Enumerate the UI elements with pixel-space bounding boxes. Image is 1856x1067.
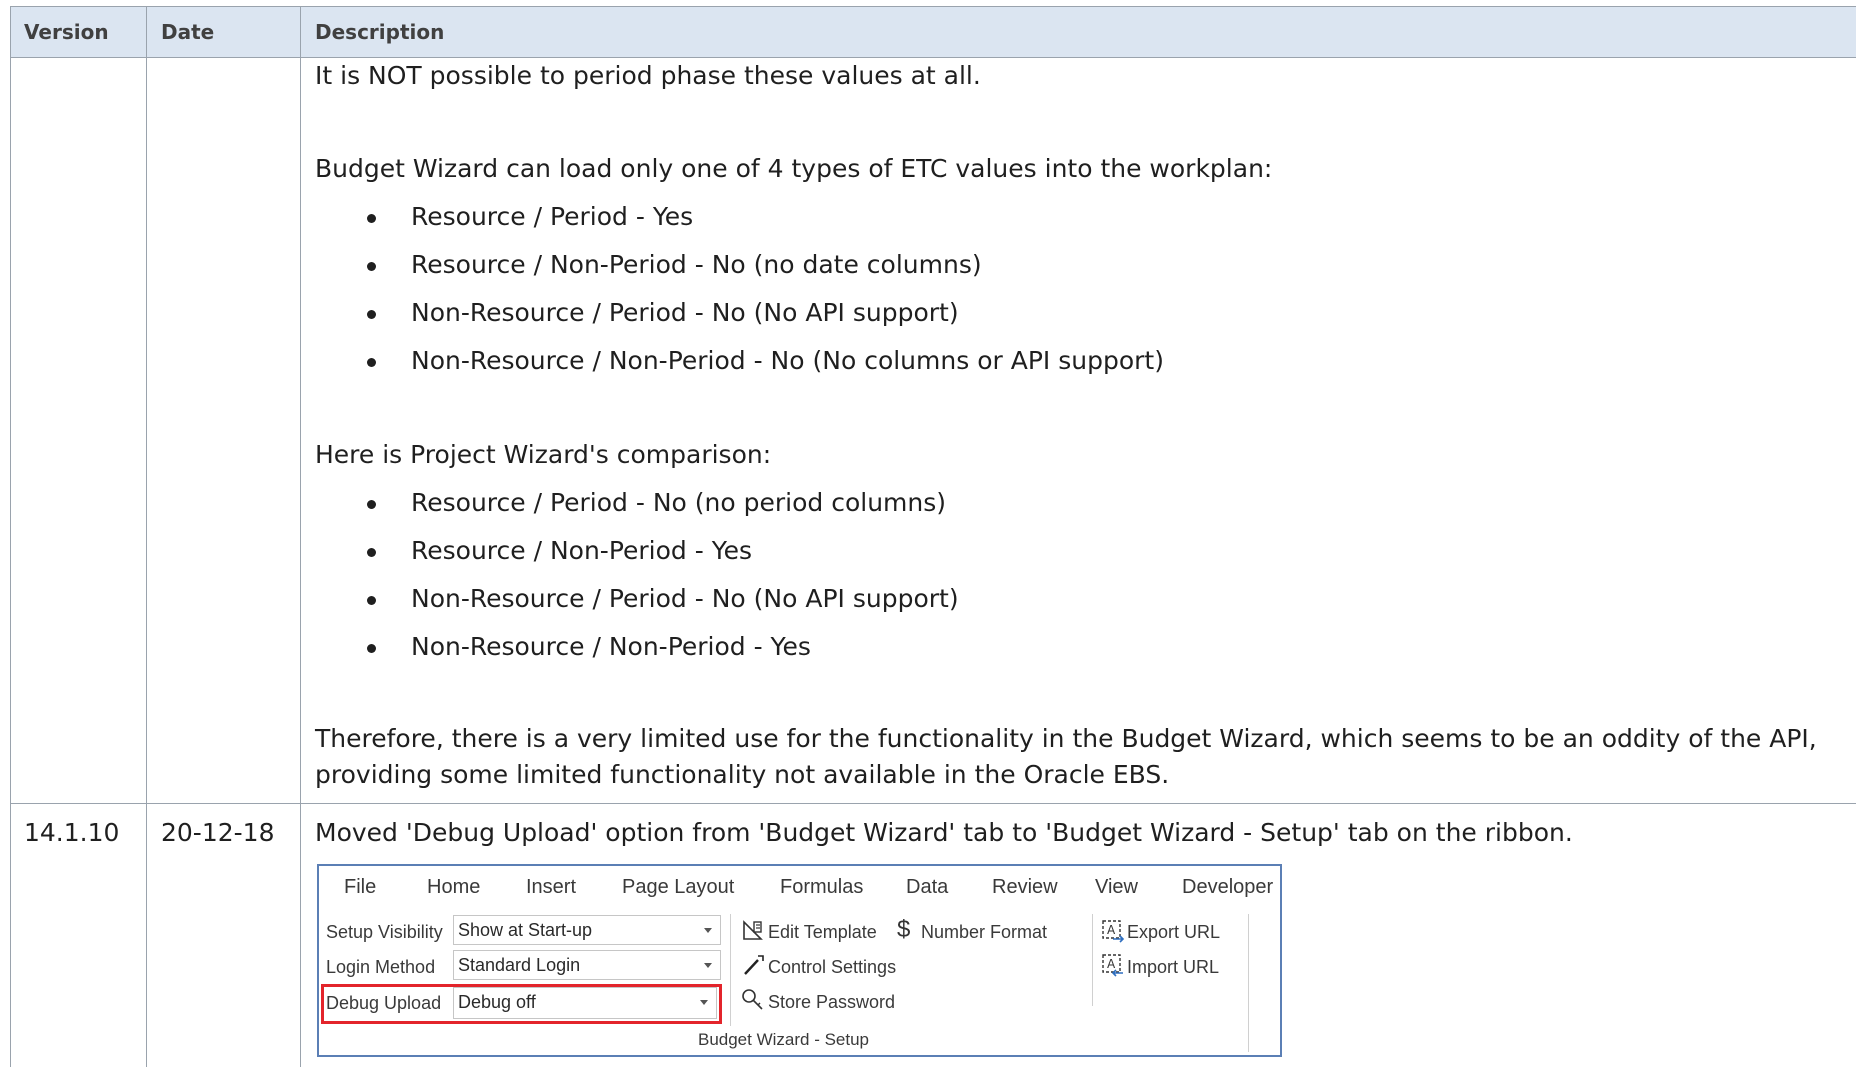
table-header (10, 7, 1856, 57)
tab-home[interactable]: Home (427, 876, 480, 899)
tab-view[interactable]: View (1095, 876, 1138, 899)
row2-date: 20-12-18 (161, 818, 275, 847)
header-bottom-border (10, 57, 1856, 58)
export-url-icon: A (1101, 919, 1125, 947)
bullet-dot (367, 214, 376, 223)
tab-formulas[interactable]: Formulas (780, 876, 863, 899)
import-url-icon: A (1101, 953, 1125, 981)
budget-bullet-3: Non-Resource / Period - No (No API suppo… (411, 298, 959, 327)
svg-text:A: A (1107, 923, 1116, 937)
row1-line-4: Therefore, there is a very limited use f… (315, 724, 1817, 753)
budget-bullet-1: Resource / Period - Yes (411, 202, 694, 231)
svg-text:A: A (1107, 957, 1116, 971)
login-method-dropdown[interactable]: Standard Login (453, 950, 721, 980)
tab-insert[interactable]: Insert (526, 876, 576, 899)
import-url-label: Import URL (1127, 957, 1220, 977)
dollar-icon: $ (897, 916, 911, 943)
header-version: Version (24, 20, 109, 44)
group-separator (730, 914, 731, 1026)
tab-data[interactable]: Data (906, 876, 948, 899)
group-separator (1092, 914, 1093, 1006)
debug-upload-label: Debug Upload (326, 993, 442, 1013)
row2-version: 14.1.10 (24, 818, 120, 847)
tab-review[interactable]: Review (992, 876, 1058, 899)
budget-bullet-4: Non-Resource / Non-Period - No (No colum… (411, 346, 1164, 375)
header-date: Date (161, 20, 215, 44)
tab-file[interactable]: File (344, 876, 376, 899)
tab-developer[interactable]: Developer (1182, 876, 1273, 899)
debug-upload-value: Debug off (458, 992, 536, 1012)
wand-icon (741, 953, 765, 981)
edit-template-label: Edit Template (768, 922, 877, 942)
login-method-label: Login Method (326, 957, 436, 977)
login-method-value: Standard Login (458, 955, 581, 975)
bullet-dot (367, 358, 376, 367)
row1-line-2: Budget Wizard can load only one of 4 typ… (315, 154, 1273, 183)
chevron-down-icon (700, 1000, 708, 1005)
header-description: Description (315, 20, 445, 44)
export-url-label: Export URL (1127, 922, 1221, 942)
chevron-down-icon (704, 963, 712, 968)
bullet-dot (367, 548, 376, 557)
debug-upload-dropdown[interactable]: Debug off (453, 987, 717, 1019)
column-divider-date (300, 6, 301, 1067)
setup-visibility-label: Setup Visibility (326, 922, 443, 942)
row2-description: Moved 'Debug Upload' option from 'Budget… (315, 818, 1573, 847)
number-format-label: Number Format (921, 922, 1048, 942)
key-icon (741, 988, 765, 1016)
project-bullet-1: Resource / Period - No (no period column… (411, 488, 947, 517)
store-password-label: Store Password (768, 992, 896, 1012)
setup-visibility-value: Show at Start-up (458, 920, 593, 940)
project-bullet-3: Non-Resource / Period - No (No API suppo… (411, 584, 959, 613)
column-divider-version (146, 6, 147, 1067)
ribbon-group-label: Budget Wizard - Setup (697, 1030, 870, 1049)
document-page: Version Date Description It is NOT possi… (0, 0, 1856, 1067)
table-left-border (10, 6, 11, 1067)
bullet-dot (367, 310, 376, 319)
project-bullet-2: Resource / Non-Period - Yes (411, 536, 753, 565)
bullet-dot (367, 644, 376, 653)
chevron-down-icon (704, 928, 712, 933)
edit-template-icon (741, 919, 765, 947)
row1-line-5: providing some limited functionality not… (315, 760, 1170, 789)
bullet-dot (367, 262, 376, 271)
bullet-dot (367, 500, 376, 509)
control-settings-label: Control Settings (768, 957, 897, 977)
group-separator (1248, 914, 1249, 1052)
table-top-border (10, 6, 1856, 7)
setup-visibility-dropdown[interactable]: Show at Start-up (453, 915, 721, 945)
row1-line-1: It is NOT possible to period phase these… (315, 61, 981, 90)
bullet-dot (367, 596, 376, 605)
tab-page-layout[interactable]: Page Layout (622, 876, 734, 899)
ribbon-screenshot: File Home Insert Page Layout Formulas Da… (317, 864, 1282, 1057)
row1-line-3: Here is Project Wizard's comparison: (315, 440, 772, 469)
budget-bullet-2: Resource / Non-Period - No (no date colu… (411, 250, 982, 279)
row-divider (10, 803, 1856, 804)
project-bullet-4: Non-Resource / Non-Period - Yes (411, 632, 811, 661)
